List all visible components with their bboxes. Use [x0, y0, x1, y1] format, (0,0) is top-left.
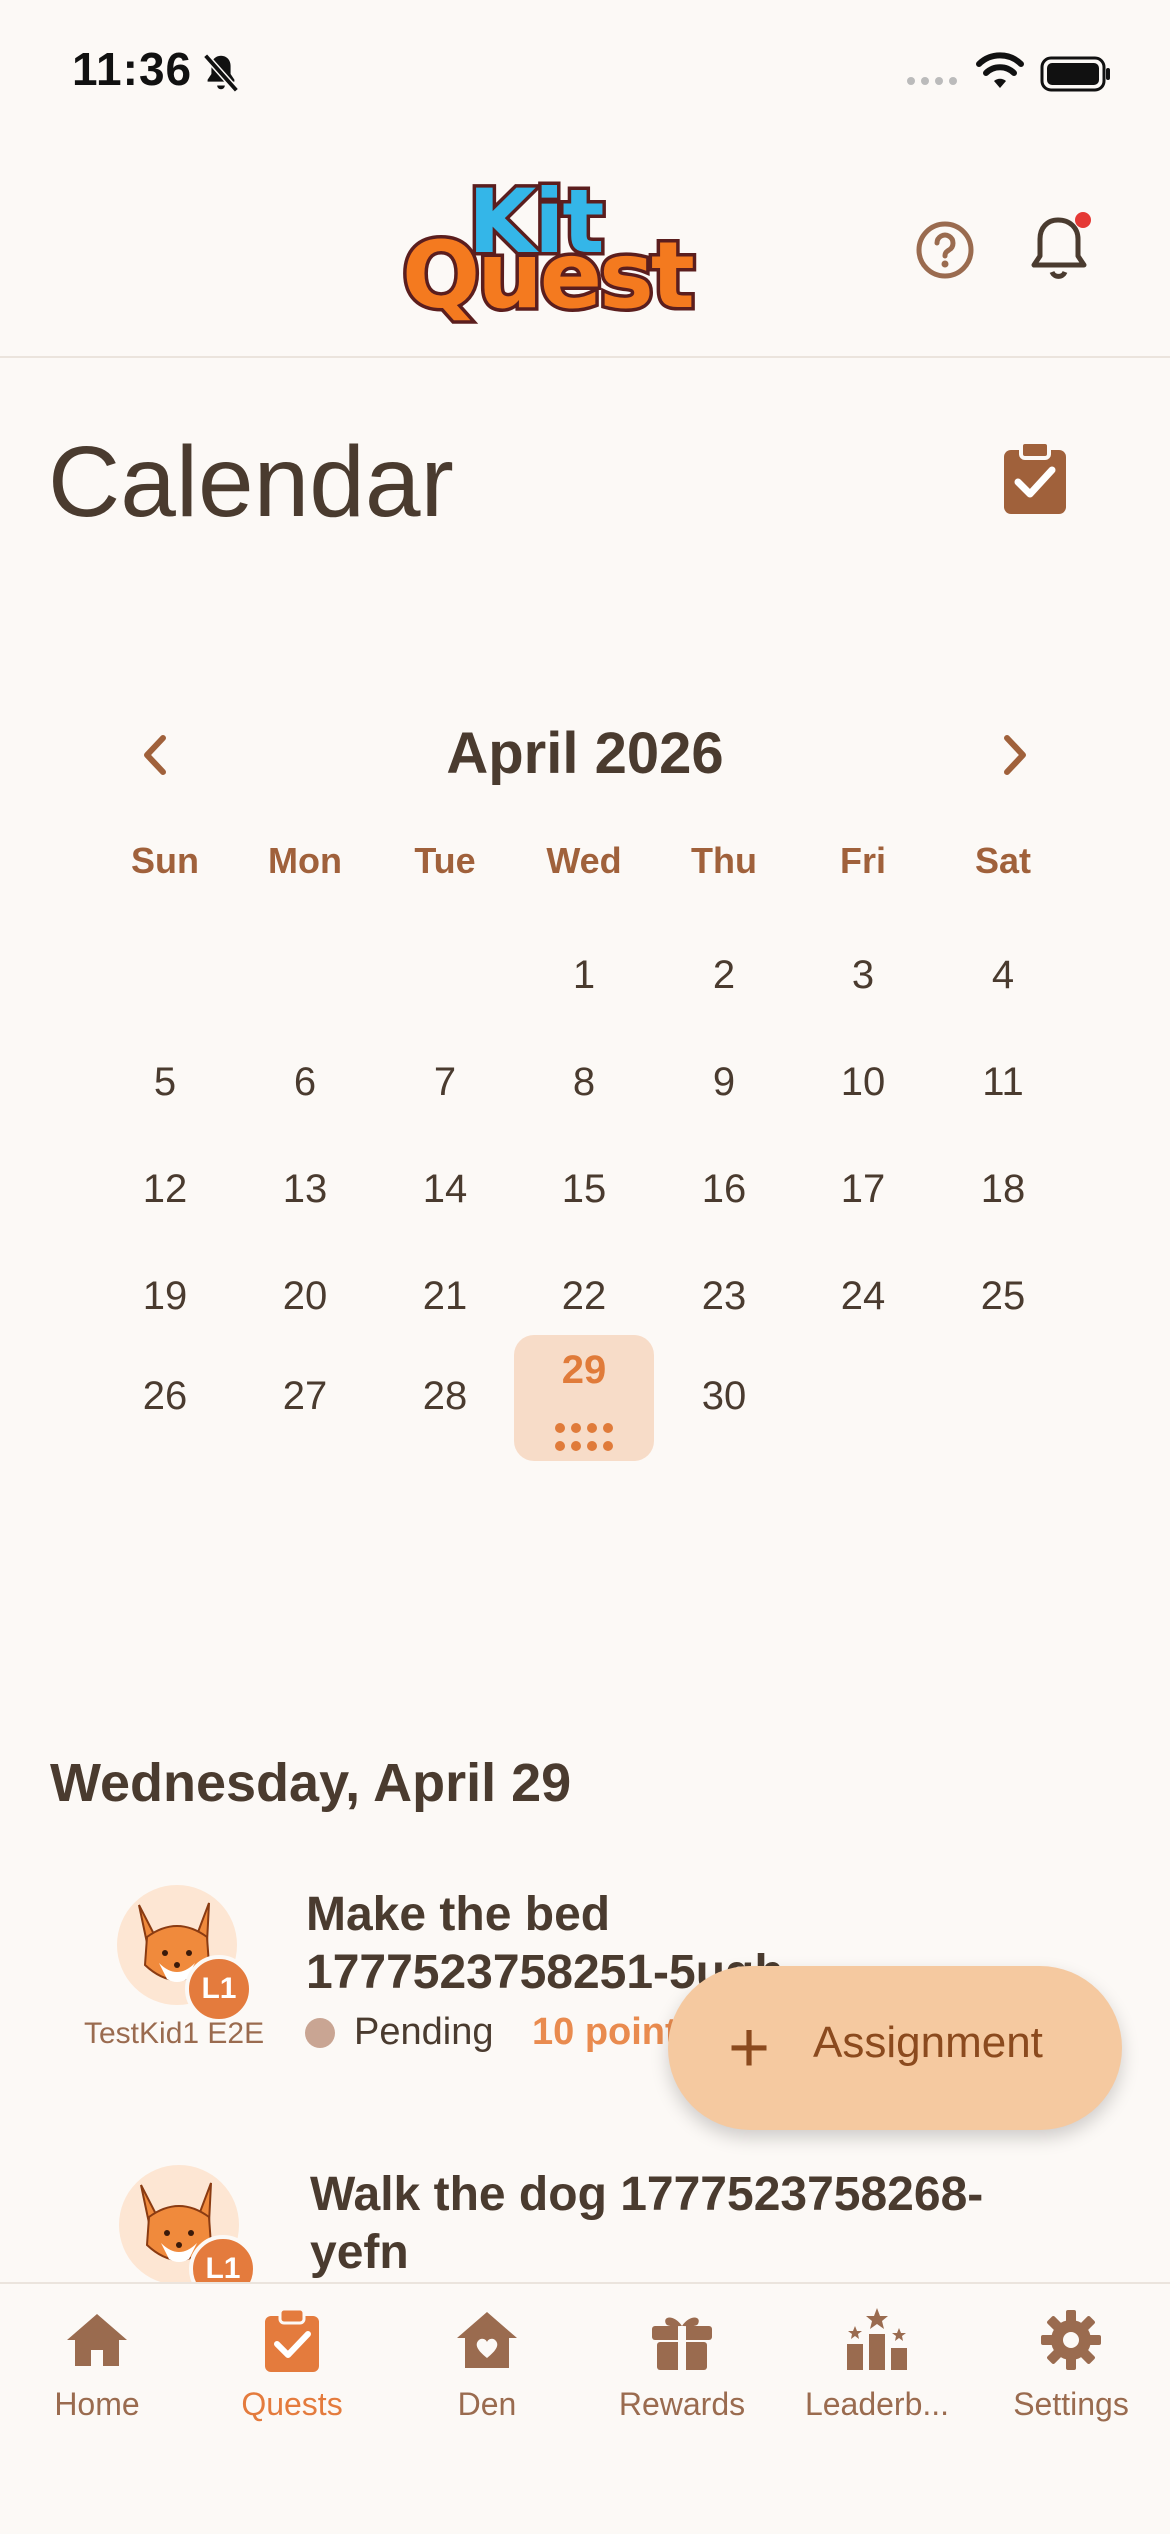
calendar-day[interactable]: 28 [375, 1351, 515, 1441]
calendar-day-selected[interactable]: 29 [514, 1335, 654, 1461]
nav-rewards[interactable]: Rewards [587, 2304, 777, 2454]
task-indicator-dots [514, 1415, 654, 1451]
weekday-sun: Sun [131, 840, 199, 881]
task-row[interactable]: L1 Walk the dog 1777523758268- yefn [0, 2160, 1170, 2303]
calendar-day[interactable]: 5 [95, 1037, 235, 1127]
task-status: Pending [354, 2011, 494, 2053]
weekday-tue: Tue [414, 840, 476, 881]
task-title-line1: Make the bed [306, 1888, 611, 1941]
calendar-day[interactable]: 9 [654, 1037, 794, 1127]
calendar-day[interactable]: 10 [793, 1037, 933, 1127]
weekday-wed: Wed [546, 840, 622, 881]
bottom-navigation: Home Quests Den Rewards Leaderb... Setti… [0, 2282, 1170, 2534]
kid-name: TestKid1 E2E [84, 2017, 265, 2050]
heart-house-icon [457, 2312, 517, 2368]
agenda-view-button[interactable] [1000, 440, 1070, 516]
calendar-day[interactable]: 7 [375, 1037, 515, 1127]
calendar-day[interactable]: 26 [95, 1351, 235, 1441]
task-title-line1: Walk the dog 1777523758268- [310, 2168, 984, 2221]
silent-mode-icon [203, 53, 239, 93]
calendar-day[interactable]: 2 [654, 930, 794, 1020]
notification-badge [1075, 212, 1091, 228]
status-dot [305, 2018, 335, 2048]
task-title-line2: yefn [310, 2226, 409, 2279]
status-time: 11:36 [72, 43, 193, 95]
home-icon [67, 2314, 127, 2366]
nav-den[interactable]: Den [392, 2304, 582, 2454]
nav-settings-label: Settings [1013, 2386, 1129, 2422]
calendar-day[interactable]: 25 [933, 1251, 1073, 1341]
nav-rewards-label: Rewards [618, 2386, 746, 2422]
calendar-day[interactable]: 16 [654, 1144, 794, 1234]
nav-home-label: Home [54, 2386, 140, 2422]
calendar-day[interactable]: 17 [793, 1144, 933, 1234]
notifications-button[interactable] [1030, 210, 1092, 286]
avatar: L1 [119, 2165, 257, 2303]
leaderboard-icon [847, 2308, 907, 2370]
calendar-day[interactable]: 8 [514, 1037, 654, 1127]
calendar-day[interactable]: 14 [375, 1144, 515, 1234]
calendar-day[interactable]: 1 [514, 930, 654, 1020]
calendar-day[interactable]: 18 [933, 1144, 1073, 1234]
calendar-day[interactable]: 20 [235, 1251, 375, 1341]
month-label: April 2026 [446, 721, 724, 786]
nav-quests[interactable]: Quests [197, 2304, 387, 2454]
gift-icon [652, 2317, 712, 2370]
calendar-day[interactable]: 23 [654, 1251, 794, 1341]
weekday-mon: Mon [268, 840, 342, 881]
nav-leaderboard-label: Leaderb... [804, 2386, 950, 2422]
calendar-day[interactable]: 15 [514, 1144, 654, 1234]
level-badge: L1 [185, 1955, 253, 2023]
next-month-button[interactable] [995, 730, 1035, 780]
page-title: Calendar [48, 426, 454, 538]
calendar-day[interactable]: 11 [933, 1037, 1073, 1127]
calendar-day[interactable]: 6 [235, 1037, 375, 1127]
calendar-day[interactable]: 12 [95, 1144, 235, 1234]
nav-quests-label: Quests [241, 2386, 343, 2422]
avatar: L1 [117, 1885, 253, 2023]
plus-icon: + [728, 2008, 771, 2088]
calendar-day[interactable]: 3 [793, 930, 933, 1020]
calendar-day[interactable]: 22 [514, 1251, 654, 1341]
previous-month-button[interactable] [135, 730, 175, 780]
clipboard-check-icon [265, 2307, 319, 2372]
kitquest-logo: Kit Quest [399, 174, 699, 329]
weekday-fri: Fri [839, 840, 886, 881]
add-assignment-button[interactable]: + Assignment [668, 1966, 1122, 2130]
calendar-day[interactable]: 13 [235, 1144, 375, 1234]
nav-settings[interactable]: Settings [976, 2304, 1166, 2454]
help-button[interactable] [915, 220, 975, 280]
selected-day-number: 29 [561, 1348, 607, 1392]
nav-den-label: Den [457, 2386, 517, 2422]
calendar-day[interactable]: 30 [654, 1351, 794, 1441]
nav-leaderboard[interactable]: Leaderb... [782, 2304, 972, 2454]
weekday-thu: Thu [691, 840, 757, 881]
calendar-day[interactable]: 27 [235, 1351, 375, 1441]
calendar-day[interactable]: 21 [375, 1251, 515, 1341]
wifi-icon [976, 52, 1024, 88]
calendar-day[interactable]: 4 [933, 930, 1073, 1020]
gear-icon [1041, 2310, 1101, 2370]
header-divider [0, 356, 1170, 358]
logo-text-bottom: Quest [399, 222, 699, 329]
add-assignment-label: Assignment [813, 2018, 1043, 2067]
calendar-day[interactable]: 24 [793, 1251, 933, 1341]
task-title: Walk the dog 1777523758268- yefn [310, 2166, 1150, 2282]
calendar-day[interactable]: 19 [95, 1251, 235, 1341]
nav-home[interactable]: Home [2, 2304, 192, 2454]
selected-date-heading: Wednesday, April 29 [50, 1753, 572, 1813]
weekday-sat: Sat [974, 840, 1032, 881]
battery-icon [1040, 56, 1110, 92]
cellular-signal-icon [907, 77, 957, 85]
